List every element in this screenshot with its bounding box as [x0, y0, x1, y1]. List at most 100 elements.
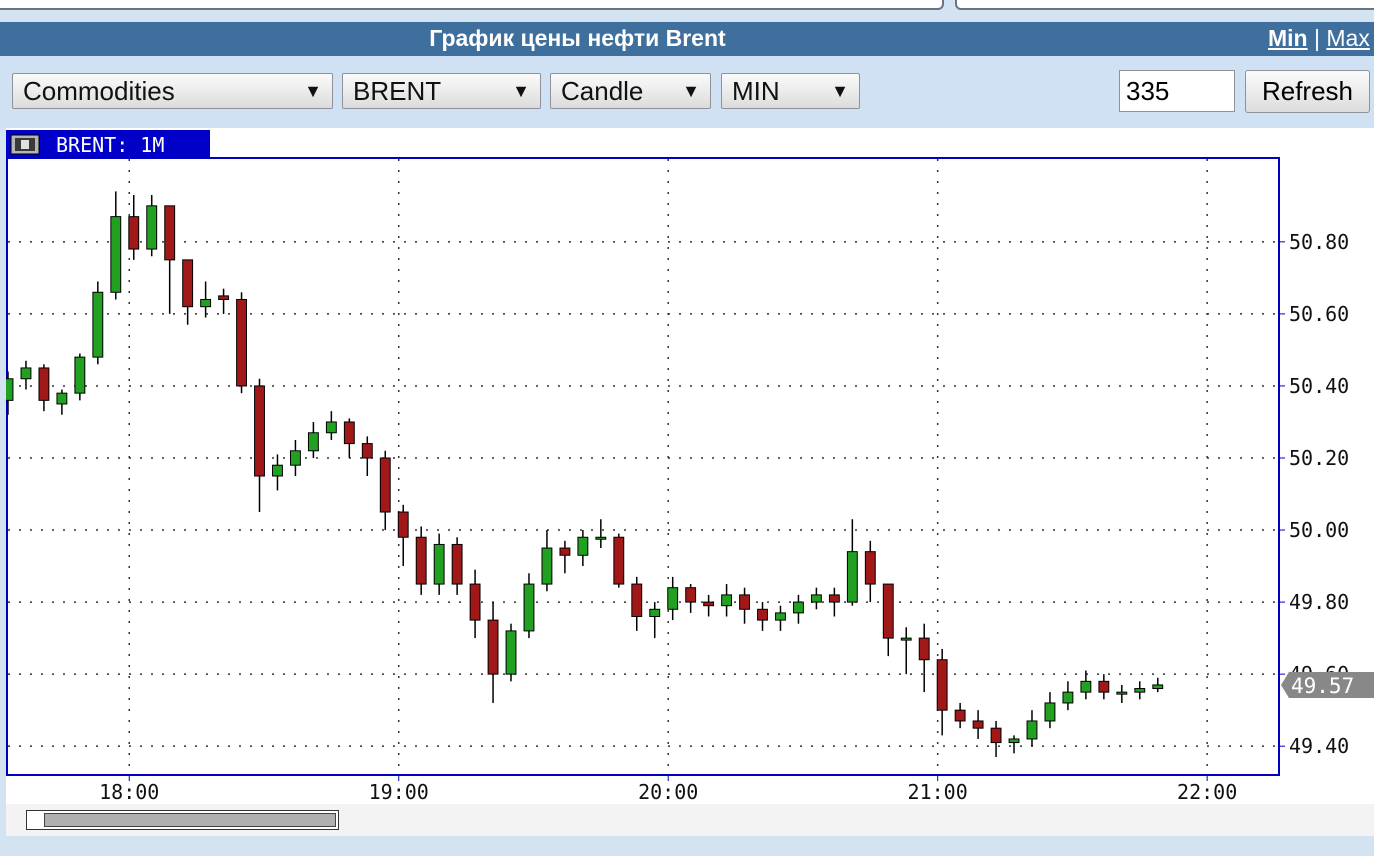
candle-body — [541, 547, 553, 585]
x-tick-label: 19:00 — [369, 780, 429, 804]
candle-body — [864, 551, 876, 585]
last-price-label: 49.57 — [1291, 674, 1354, 698]
y-tick-label: 50.20 — [1289, 446, 1349, 470]
candle-body — [703, 601, 715, 607]
candle-body — [882, 583, 894, 639]
candle-body — [1098, 680, 1110, 693]
candle-body — [110, 216, 122, 293]
min-link[interactable]: Min — [1268, 25, 1308, 51]
candle-body — [918, 637, 930, 661]
toolbar: Commodities ▼ BRENT ▼ Candle ▼ MIN ▼ 335… — [0, 56, 1374, 128]
candlestick-series — [6, 191, 1164, 757]
chart-type-select-value: Candle — [561, 76, 644, 106]
candle-body — [128, 216, 140, 250]
candle-body — [972, 720, 984, 729]
chevron-down-icon: ▼ — [682, 81, 700, 101]
chevron-down-icon: ▼ — [512, 81, 530, 101]
candle-body — [200, 298, 212, 308]
x-tick-label: 20:00 — [638, 780, 698, 804]
candle-body — [433, 543, 445, 585]
candle-body — [775, 612, 786, 621]
last-price-marker: 49.57 — [1281, 671, 1374, 698]
candle-body — [793, 601, 804, 614]
candle-body — [307, 432, 319, 452]
candle-body — [649, 608, 661, 617]
symbol-select-value: BRENT — [353, 76, 442, 106]
candle-body — [6, 378, 14, 401]
candle-body — [92, 291, 104, 358]
candle-body — [20, 367, 32, 380]
candle-body — [936, 659, 948, 711]
candle-body — [1008, 738, 1020, 744]
chart-title: BRENT: 1M — [56, 133, 164, 157]
candle-body — [74, 356, 86, 394]
bottom-strip — [0, 836, 1374, 856]
candle-body — [577, 536, 589, 556]
scrollbar-thumb[interactable] — [44, 813, 336, 827]
candle-body — [236, 298, 247, 387]
candle-body — [613, 536, 625, 585]
candle-body — [810, 594, 822, 603]
y-tick-label: 49.40 — [1289, 734, 1349, 758]
candle-body — [272, 464, 283, 477]
candle-body — [846, 551, 858, 603]
candle-body — [469, 583, 481, 621]
x-tick-label: 18:00 — [99, 780, 159, 804]
candle-body — [685, 587, 697, 603]
candle-body — [631, 583, 643, 617]
top-panel-left — [0, 0, 944, 10]
y-tick-label: 49.80 — [1289, 590, 1349, 614]
chart-header: График цены нефти Brent Min | Max — [0, 22, 1374, 56]
candle-body — [721, 594, 733, 607]
candle-body — [900, 637, 912, 641]
candle-body — [1044, 702, 1056, 722]
candle-body — [954, 709, 966, 722]
candle-body — [1062, 691, 1074, 704]
candle-body — [146, 205, 158, 250]
candle-body — [56, 392, 68, 405]
symbol-select[interactable]: BRENT ▼ — [342, 73, 541, 109]
candle-body — [595, 536, 607, 540]
candle-body — [505, 630, 517, 675]
price-chart: BRENT: 1M 50.80 50.60 50.40 50.20 50.00 49.80… — [6, 128, 1374, 804]
size-links: Min | Max — [1268, 22, 1370, 56]
refresh-button[interactable]: Refresh — [1245, 70, 1370, 113]
link-separator: | — [1314, 25, 1320, 51]
x-tick-label: 22:00 — [1177, 780, 1237, 804]
chart-menu-icon-glyph — [21, 140, 29, 149]
max-link[interactable]: Max — [1326, 25, 1369, 51]
chart-scrollbar[interactable] — [6, 804, 1374, 836]
candle-body — [990, 727, 1002, 744]
candle-body — [559, 547, 571, 556]
candle-body — [254, 385, 265, 477]
chart-canvas: BRENT: 1M 50.80 50.60 50.40 50.20 50.00 49.80… — [6, 130, 1374, 804]
candle-body — [1026, 720, 1038, 740]
bars-count-input[interactable]: 335 — [1119, 70, 1235, 112]
candle-body — [1080, 680, 1092, 693]
candle-body — [182, 259, 194, 308]
chevron-down-icon: ▼ — [304, 81, 322, 101]
interval-select[interactable]: MIN ▼ — [721, 73, 860, 109]
x-tick-label: 21:00 — [908, 780, 968, 804]
candle-body — [757, 608, 768, 621]
candle-body — [1152, 684, 1164, 690]
candle-body — [361, 443, 373, 459]
top-panel-right — [955, 0, 1374, 10]
chevron-down-icon: ▼ — [831, 81, 849, 101]
y-tick-label: 50.60 — [1289, 302, 1349, 326]
candle-body — [523, 583, 535, 632]
candle-body — [1116, 691, 1128, 695]
candle-body — [343, 421, 355, 445]
market-select[interactable]: Commodities ▼ — [12, 73, 333, 109]
page-title: График цены нефти Brent — [429, 25, 726, 51]
candle-body — [218, 295, 230, 300]
candle-body — [487, 619, 499, 675]
y-tick-label: 50.80 — [1289, 230, 1349, 254]
candle-body — [379, 457, 391, 513]
top-strip — [0, 0, 1374, 22]
interval-select-value: MIN — [732, 76, 780, 106]
candle-body — [1134, 688, 1146, 693]
candle-body — [667, 587, 679, 610]
chart-type-select[interactable]: Candle ▼ — [550, 73, 711, 109]
y-tick-label: 50.40 — [1289, 374, 1349, 398]
